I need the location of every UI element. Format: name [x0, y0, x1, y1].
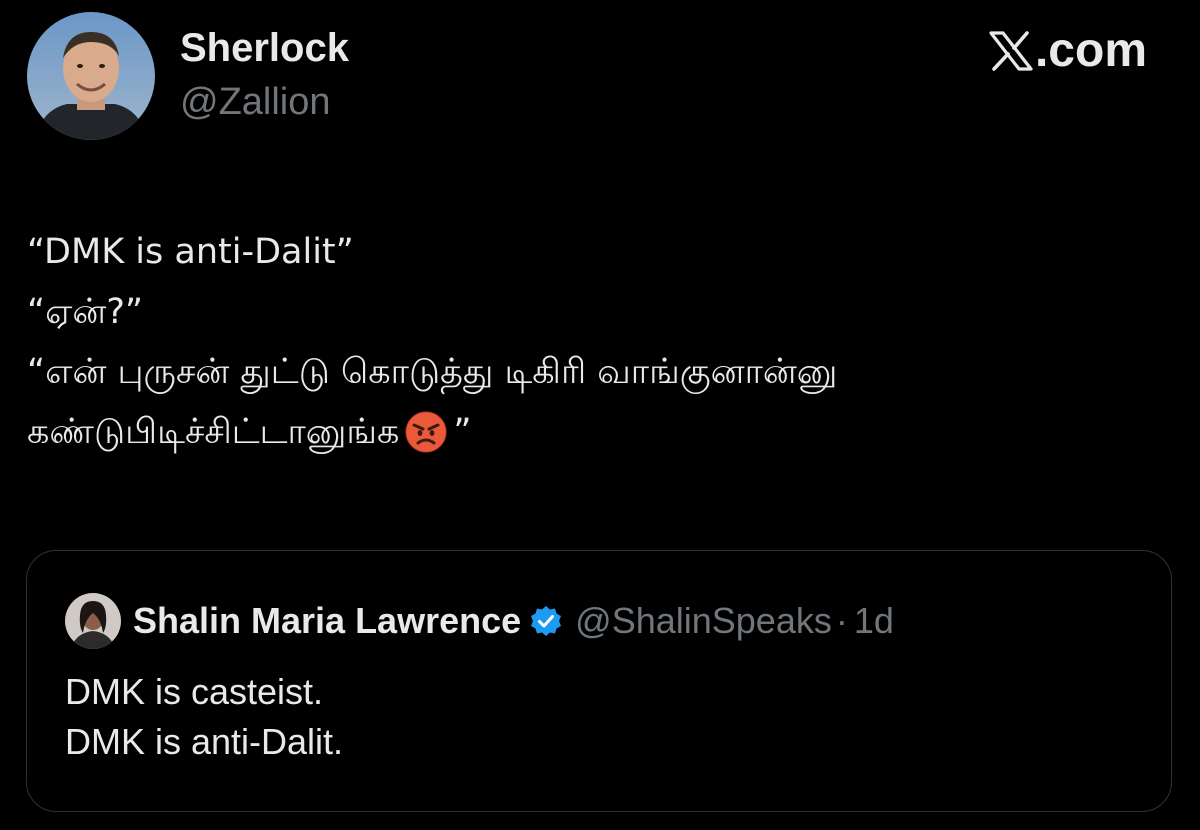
- quoted-tweet-line: DMK is anti-Dalit.: [65, 721, 344, 762]
- author-name[interactable]: Sherlock: [180, 26, 349, 70]
- tweet-line: “ஏன்?”: [27, 292, 144, 332]
- quoted-author-handle[interactable]: @ShalinSpeaks: [575, 600, 832, 642]
- tweet-body: “DMK is anti-Dalit” “ஏன்?” “என் புருசன் …: [27, 222, 1177, 472]
- brand-domain-text: .com: [1034, 24, 1147, 77]
- quoted-author-name[interactable]: Shalin Maria Lawrence: [133, 600, 521, 642]
- angry-face-emoji: [405, 411, 447, 472]
- tweet-line: “DMK is anti-Dalit”: [27, 232, 354, 272]
- quoted-timestamp[interactable]: 1d: [854, 600, 894, 642]
- author-avatar[interactable]: [27, 12, 155, 140]
- quoted-author-avatar[interactable]: [65, 593, 121, 649]
- author-photo: [27, 12, 155, 140]
- tweet-line-text: கண்டுபிடிச்சிட்டானுங்க: [27, 412, 400, 452]
- closing-quote: ”: [453, 412, 472, 452]
- quoted-tweet-line: DMK is casteist.: [65, 671, 324, 712]
- x-logo-icon: [989, 31, 1033, 71]
- separator-dot: ·: [835, 600, 848, 641]
- tweet-line-last: கண்டுபிடிச்சிட்டானுங்க ”: [27, 402, 1177, 472]
- quoted-tweet-header: Shalin Maria Lawrence @ShalinSpeaks · 1d: [65, 593, 894, 649]
- tweet-line: “என் புருசன் துட்டு கொடுத்து டிகிரி வாங்…: [27, 352, 838, 392]
- author-handle[interactable]: @Zallion: [180, 81, 331, 124]
- quoted-tweet-card[interactable]: Shalin Maria Lawrence @ShalinSpeaks · 1d…: [26, 550, 1172, 812]
- verified-badge-icon: [529, 604, 563, 638]
- quoted-tweet-body: DMK is casteist. DMK is anti-Dalit.: [65, 667, 343, 767]
- brand-watermark: .com: [989, 26, 1147, 76]
